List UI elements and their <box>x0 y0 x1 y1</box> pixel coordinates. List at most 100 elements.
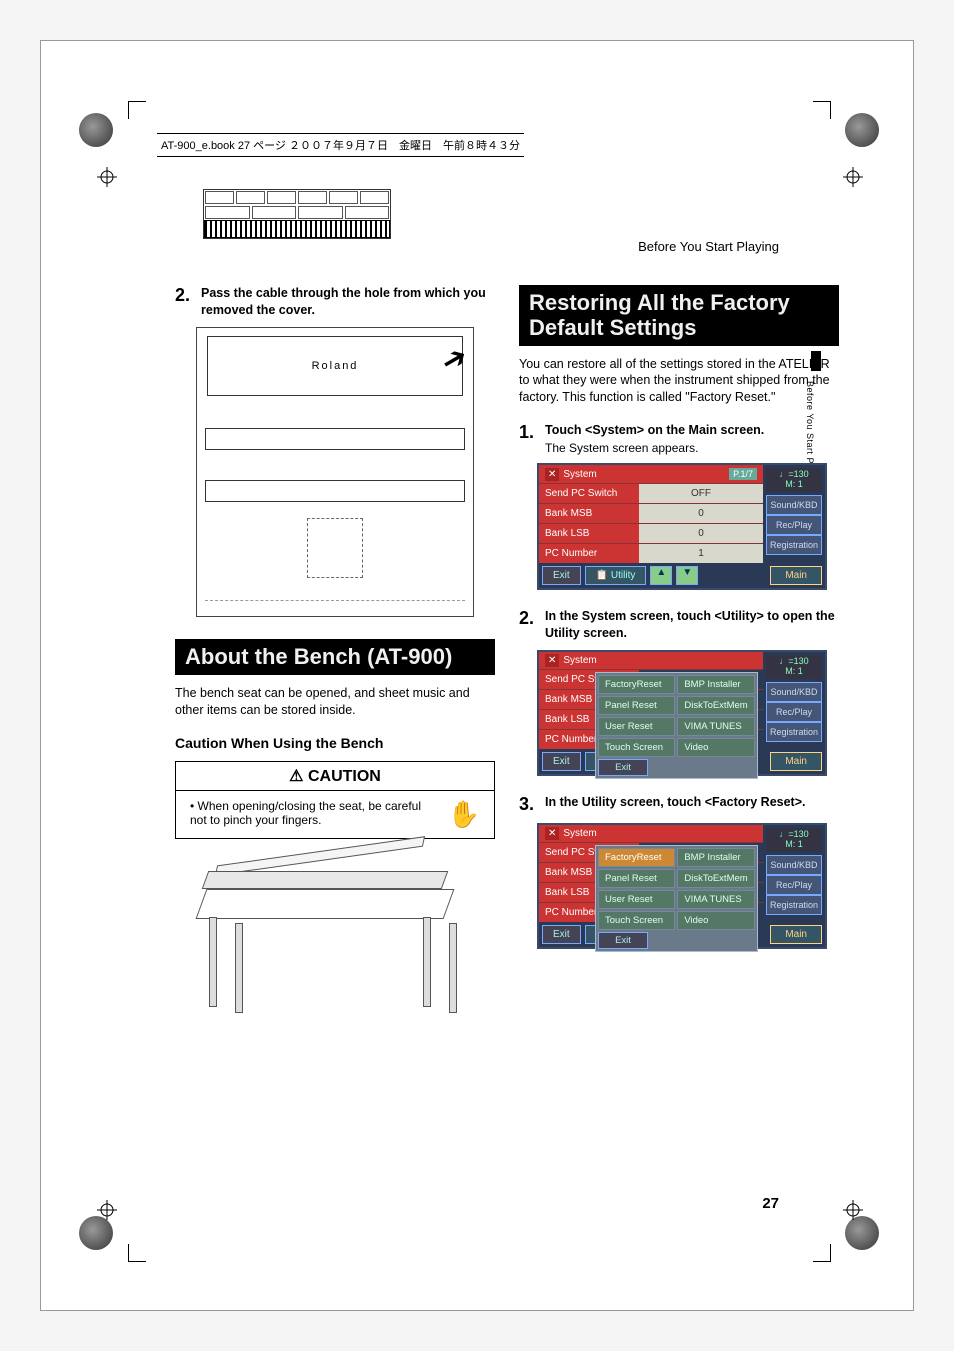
utility-menu: FactoryResetBMP InstallerPanel ResetDisk… <box>595 845 758 952</box>
utility-menu-item[interactable]: VIMA TUNES <box>677 890 754 909</box>
utility-exit-button[interactable]: Exit <box>598 759 648 776</box>
crop-mark <box>128 1244 146 1262</box>
system-screen-factory-reset-highlight: ✕System Send PC SwitchBank MSBBank LSBPC… <box>537 823 827 949</box>
crop-mark <box>128 101 146 119</box>
utility-menu: FactoryResetBMP InstallerPanel ResetDisk… <box>595 672 758 779</box>
utility-menu-item[interactable]: Video <box>677 738 754 757</box>
param-label: PC Number <box>539 544 639 563</box>
utility-menu-item[interactable]: Touch Screen <box>598 911 675 930</box>
registration-mark-icon <box>97 167 117 187</box>
system-screen-utility-open: ✕System Send PC SwitchBank MSBBank LSBPC… <box>537 650 827 776</box>
step-text: In the System screen, touch <Utility> to… <box>545 608 839 642</box>
utility-button[interactable]: 📋 Utility <box>585 566 647 585</box>
step-text: In the Utility screen, touch <Factory Re… <box>545 794 806 815</box>
utility-menu-item[interactable]: FactoryReset <box>598 848 675 867</box>
heading-factory-reset: Restoring All the Factory Default Settin… <box>519 285 839 346</box>
caution-title: CAUTION <box>308 768 381 785</box>
param-value[interactable]: 0 <box>639 524 763 543</box>
registration-mark-icon <box>97 1200 117 1220</box>
running-head: Before You Start Playing <box>638 239 779 254</box>
utility-menu-item[interactable]: Panel Reset <box>598 696 675 715</box>
main-button[interactable]: Main <box>770 752 822 771</box>
side-tab-button[interactable]: Registration <box>766 722 822 742</box>
measure-label: M: 1 <box>785 666 803 676</box>
screen-title: System <box>563 469 596 480</box>
screen-title: System <box>563 655 596 666</box>
main-button[interactable]: Main <box>770 566 822 585</box>
step-number: 2. <box>519 608 545 642</box>
bench-diagram <box>175 851 475 1031</box>
utility-menu-item[interactable]: DiskToExtMem <box>677 696 754 715</box>
print-corner-decoration <box>79 1216 113 1250</box>
right-column: Restoring All the Factory Default Settin… <box>519 285 839 1041</box>
param-value[interactable]: 0 <box>639 504 763 523</box>
warning-icon: ⚠ <box>289 768 308 785</box>
caution-box: ⚠ CAUTION When opening/closing the seat,… <box>175 761 495 839</box>
crop-mark <box>813 1244 831 1262</box>
utility-menu-item[interactable]: Touch Screen <box>598 738 675 757</box>
utility-menu-item[interactable]: DiskToExtMem <box>677 869 754 888</box>
left-column: 2. Pass the cable through the hole from … <box>175 285 495 1041</box>
utility-menu-item[interactable]: BMP Installer <box>677 848 754 867</box>
caution-item: When opening/closing the seat, be carefu… <box>190 799 440 830</box>
side-tab-button[interactable]: Sound/KBD <box>766 682 822 702</box>
side-tab-button[interactable]: Rec/Play <box>766 875 822 895</box>
print-corner-decoration <box>845 1216 879 1250</box>
close-icon[interactable]: ✕ <box>545 654 559 667</box>
utility-menu-item[interactable]: FactoryReset <box>598 675 675 694</box>
side-tab-button[interactable]: Rec/Play <box>766 515 822 535</box>
exit-button[interactable]: Exit <box>542 925 581 944</box>
heading-bench-caution: Caution When Using the Bench <box>175 735 495 751</box>
exit-button[interactable]: Exit <box>542 566 581 585</box>
print-corner-decoration <box>845 113 879 147</box>
tempo-label: ♩=130 <box>779 656 808 666</box>
print-corner-decoration <box>79 113 113 147</box>
panel-diagram <box>203 189 391 239</box>
crop-mark <box>813 101 831 119</box>
close-icon[interactable]: ✕ <box>545 468 559 481</box>
factory-reset-intro: You can restore all of the settings stor… <box>519 356 839 407</box>
step-number: 2. <box>175 285 201 319</box>
heading-about-bench: About the Bench (AT-900) <box>175 639 495 675</box>
utility-menu-item[interactable]: User Reset <box>598 890 675 909</box>
utility-menu-item[interactable]: Panel Reset <box>598 869 675 888</box>
utility-menu-item[interactable]: VIMA TUNES <box>677 717 754 736</box>
exit-button[interactable]: Exit <box>542 752 581 771</box>
param-value[interactable]: 1 <box>639 544 763 563</box>
close-icon[interactable]: ✕ <box>545 827 559 840</box>
bench-description: The bench seat can be opened, and sheet … <box>175 685 495 719</box>
tempo-label: ♩=130 <box>779 469 808 479</box>
manual-page: AT-900_e.book 27 ページ ２００７年９月７日 金曜日 午前８時４… <box>40 40 914 1311</box>
param-value[interactable]: OFF <box>639 484 763 503</box>
param-label: Bank MSB <box>539 504 639 523</box>
registration-mark-icon <box>843 1200 863 1220</box>
screen-title: System <box>563 828 596 839</box>
main-button[interactable]: Main <box>770 925 822 944</box>
step-number: 1. <box>519 422 545 455</box>
utility-exit-button[interactable]: Exit <box>598 932 648 949</box>
utility-menu-item[interactable]: Video <box>677 911 754 930</box>
side-tab-button[interactable]: Rec/Play <box>766 702 822 722</box>
side-tab-button[interactable]: Registration <box>766 895 822 915</box>
side-tab-button[interactable]: Sound/KBD <box>766 855 822 875</box>
side-tab-button[interactable]: Sound/KBD <box>766 495 822 515</box>
registration-mark-icon <box>843 167 863 187</box>
tempo-label: ♩=130 <box>779 829 808 839</box>
down-arrow-button[interactable]: ▼ <box>676 566 698 585</box>
step-text: Touch <System> on the Main screen. <box>545 422 764 439</box>
step-number: 3. <box>519 794 545 815</box>
param-label: Send PC Switch <box>539 484 639 503</box>
system-screen: ✕SystemP.1/7 Send PC SwitchOFFBank MSB0B… <box>537 463 827 590</box>
print-header: AT-900_e.book 27 ページ ２００７年９月７日 金曜日 午前８時４… <box>157 133 524 157</box>
measure-label: M: 1 <box>785 839 803 849</box>
step-text: Pass the cable through the hole from whi… <box>201 285 495 319</box>
utility-menu-item[interactable]: User Reset <box>598 717 675 736</box>
step-subtext: The System screen appears. <box>545 441 764 455</box>
organ-front-diagram: ➔ <box>196 327 474 617</box>
page-number: 27 <box>762 1195 779 1212</box>
utility-menu-item[interactable]: BMP Installer <box>677 675 754 694</box>
up-arrow-button[interactable]: ▲ <box>650 566 672 585</box>
page-indicator: P.1/7 <box>729 468 757 480</box>
side-tab-button[interactable]: Registration <box>766 535 822 555</box>
pinch-hand-icon: ✋ <box>448 799 480 830</box>
